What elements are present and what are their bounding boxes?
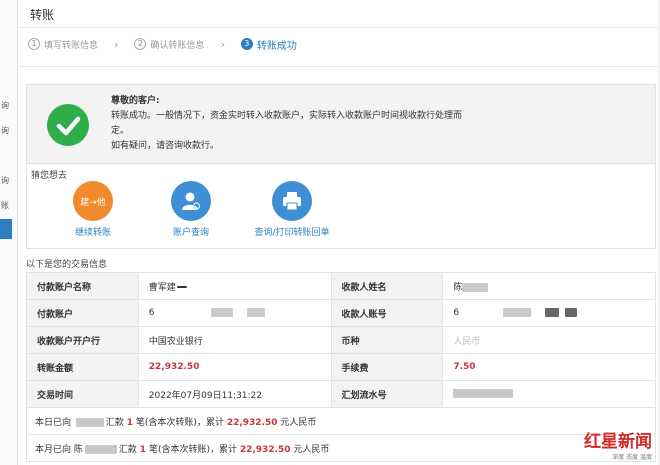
amount-value: 22,932.50 (137, 353, 332, 381)
sidebar-active-indicator (0, 219, 12, 239)
sidebar-item-3[interactable]: 询 (1, 175, 9, 186)
success-line-2: 定。 (111, 126, 130, 136)
table-row: 交易时间 2022年07月09日11:31:22 汇划流水号 (26, 380, 656, 408)
fee-value: 7.50 (442, 353, 656, 381)
step-2-number: 2 (134, 38, 147, 50)
table-row: 本日已向 汇款 1 笔(含本次转账)，累计 22,932.50 元人民币 (26, 407, 656, 435)
payee-name-label: 收款人姓名 (330, 272, 444, 300)
success-message-box: 尊敬的客户: 转账成功。一般情况下，资金实时转入收款账户，实际转入收款账户时间视… (26, 84, 656, 164)
transaction-info-table: 付款账户名称 曹军建 收款人姓名 陈 付款账户 6 收款人账号 6 收款账户开户… (26, 272, 656, 462)
transaction-info-title: 以下是您的交易信息 (26, 260, 108, 270)
table-row: 付款账户名称 曹军建 收款人姓名 陈 (26, 272, 656, 300)
step-3-number: 3 (240, 38, 253, 50)
step-indicator: 1 填写转账信息 › 2 确认转账信息 › 3 转账成功 (28, 34, 297, 54)
printer-icon (272, 181, 312, 221)
success-line-3: 如有疑问，请咨询收款行。 (111, 141, 220, 151)
user-search-icon (171, 181, 211, 221)
suggestions-label: 猜您想去 (31, 171, 68, 181)
payee-account-label: 收款人账号 (330, 299, 444, 327)
step-1: 1 填写转账信息 (28, 38, 98, 51)
fee-label: 手续费 (330, 353, 444, 381)
serial-number-value (442, 380, 656, 408)
chevron-right-icon: › (220, 37, 225, 51)
payer-account-label: 付款账户 (26, 299, 139, 327)
payee-account-value: 6 (442, 299, 656, 327)
sidebar-item-4[interactable]: 账 (1, 200, 9, 211)
page-title: 转账 (30, 8, 55, 22)
step-2-label: 确认转账信息 (150, 40, 205, 51)
watermark-brand: 红星新闻 (584, 432, 652, 452)
amount-label: 转账金额 (26, 353, 139, 381)
payee-name-value: 陈 (442, 272, 656, 300)
step-3: 3 转账成功 (240, 37, 297, 52)
transaction-time-label: 交易时间 (26, 380, 139, 408)
currency-value: 人民币 (442, 326, 656, 354)
payer-account-value: 6 (137, 299, 332, 327)
chevron-right-icon: › (114, 37, 119, 51)
main-panel: 转账 1 填写转账信息 › 2 确认转账信息 › 3 转账成功 尊敬的客户: 转… (18, 0, 658, 465)
success-line-1: 转账成功。一般情况下，资金实时转入收款账户，实际转入收款账户时间视收款行处理而 (111, 111, 463, 121)
success-message: 尊敬的客户: 转账成功。一般情况下，资金实时转入收款账户，实际转入收款账户时间视… (111, 94, 531, 154)
payee-bank-label: 收款账户开户行 (26, 326, 139, 354)
success-check-icon (47, 104, 89, 146)
sidebar-item-2[interactable]: 询 (1, 125, 9, 136)
table-row: 转账金额 22,932.50 手续费 7.50 (26, 353, 656, 381)
watermark-logo: 红星新闻 深度 态度 温度 (584, 427, 652, 461)
watermark-slogan: 深度 态度 温度 (612, 454, 652, 461)
table-row: 收款账户开户行 中国农业银行 币种 人民币 (26, 326, 656, 354)
account-query-button[interactable]: 账户查询 (159, 181, 223, 238)
account-query-label: 账户查询 (172, 228, 209, 238)
sidebar-item-1[interactable]: 询 (1, 100, 9, 111)
daily-summary: 本日已向 汇款 1 笔(含本次转账)，累计 22,932.50 元人民币 (26, 407, 656, 435)
step-3-label: 转账成功 (256, 40, 297, 52)
print-receipt-label: 查询/打印转账回单 (254, 228, 330, 238)
suggestions-panel: 猜您想去 建→他 继续转账 账户查询 查询/打印转账回单 (26, 164, 656, 249)
left-sidebar: 询 询 询 账 (0, 0, 18, 465)
serial-number-label: 汇划流水号 (330, 380, 444, 408)
monthly-summary: 本月已向 陈汇款 1 笔(含本次转账)，累计 22,932.50 元人民币 (26, 434, 656, 462)
payer-name-label: 付款账户名称 (26, 272, 139, 300)
continue-transfer-label: 继续转账 (74, 228, 111, 238)
print-receipt-button[interactable]: 查询/打印转账回单 (233, 181, 351, 238)
continue-transfer-button[interactable]: 建→他 继续转账 (67, 181, 119, 238)
transfer-icon: 建→他 (73, 181, 113, 221)
table-row: 付款账户 6 收款人账号 6 (26, 299, 656, 327)
step-1-label: 填写转账信息 (44, 40, 99, 51)
step-2: 2 确认转账信息 (134, 38, 204, 51)
greeting-text: 尊敬的客户: (111, 96, 160, 106)
transaction-time-value: 2022年07月09日11:31:22 (137, 380, 332, 408)
table-row: 本月已向 陈汇款 1 笔(含本次转账)，累计 22,932.50 元人民币 (26, 434, 656, 462)
payee-bank-value: 中国农业银行 (137, 326, 332, 354)
payer-name-value: 曹军建 (137, 272, 332, 300)
title-bar: 转账 (18, 0, 658, 28)
step-1-number: 1 (28, 38, 40, 50)
currency-label: 币种 (330, 326, 444, 354)
divider (18, 66, 658, 67)
transfer-icon-text: 建→他 (80, 197, 106, 208)
